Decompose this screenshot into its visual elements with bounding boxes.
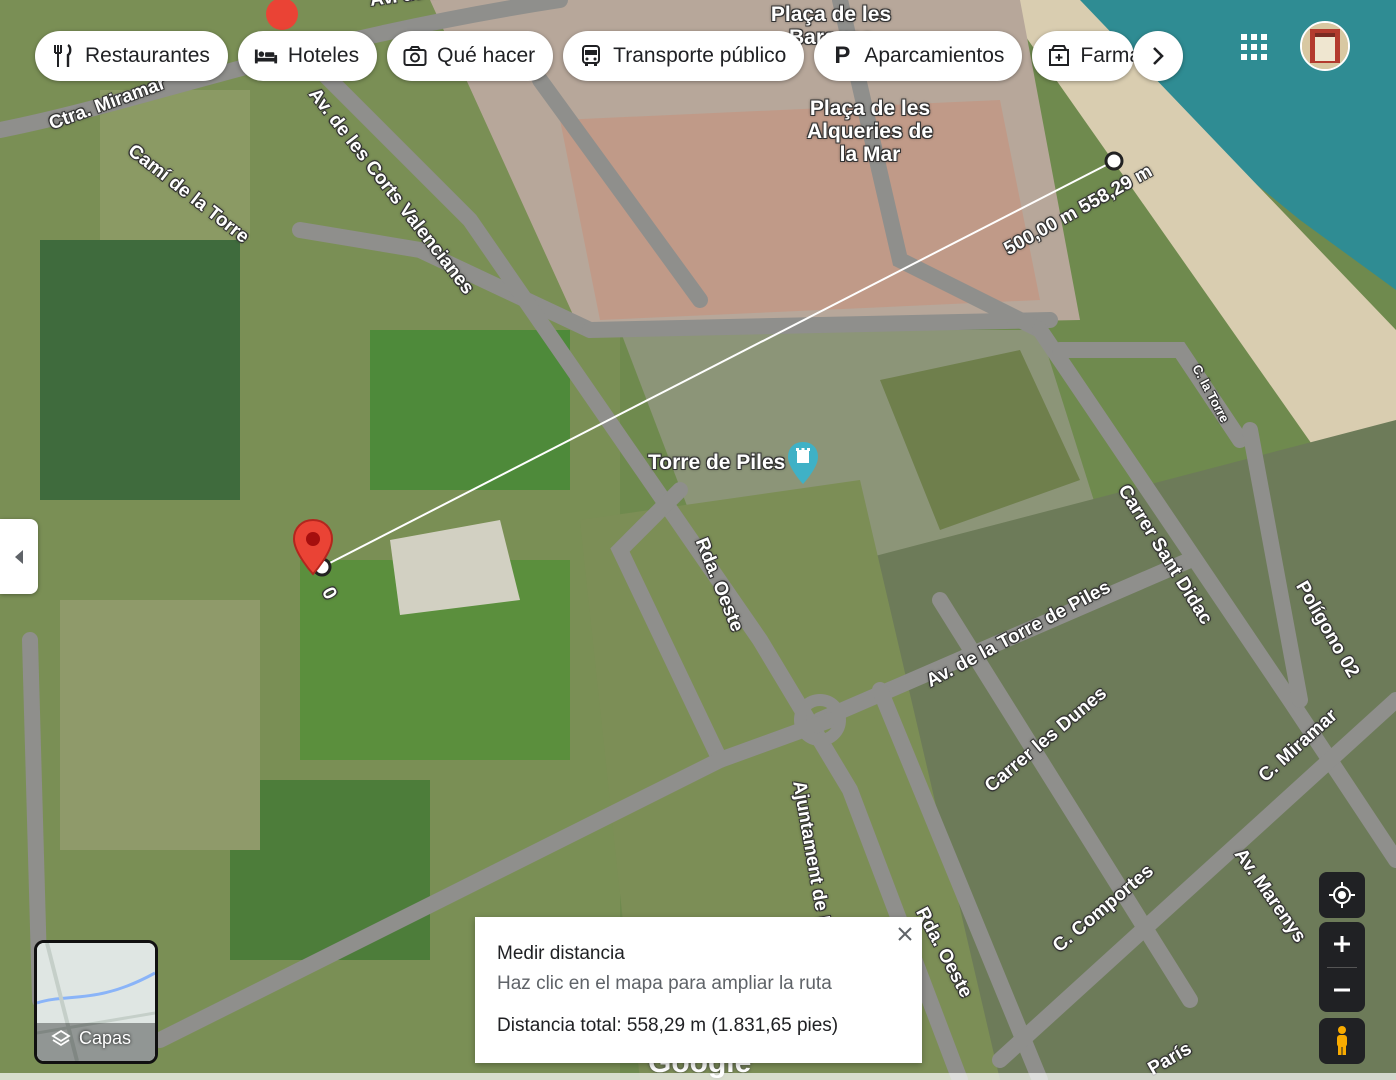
caret-left-icon <box>15 549 23 564</box>
camera-icon <box>403 44 427 68</box>
chip-farmacias[interactable]: Farmacias <box>1032 31 1135 81</box>
street-view-pegman-button[interactable] <box>1319 1018 1365 1064</box>
chip-aparcamientos[interactable]: P Aparcamientos <box>814 31 1023 81</box>
zoom-out-button[interactable] <box>1319 968 1365 1012</box>
poi-label-placa-alqueries: Plaça de les Alqueries de la Mar <box>806 97 934 166</box>
chip-label: Aparcamientos <box>864 44 1005 67</box>
category-chip-bar: Restaurantes Hoteles Qué hacer Transport… <box>35 31 1135 81</box>
chip-hoteles[interactable]: Hoteles <box>237 31 378 81</box>
measure-distance-panel: Medir distancia Haz clic en el mapa para… <box>475 917 922 1063</box>
apps-grid-icon[interactable] <box>1240 33 1268 61</box>
chip-restaurantes[interactable]: Restaurantes <box>35 31 228 81</box>
chip-que-hacer[interactable]: Qué hacer <box>387 31 554 81</box>
measure-total-distance: Distancia total: 558,29 m (1.831,65 pies… <box>497 1015 839 1036</box>
measure-title: Medir distancia <box>497 943 625 964</box>
chip-label: Farmacias <box>1080 44 1134 67</box>
minus-icon <box>1334 988 1350 992</box>
layers-button[interactable]: Capas <box>34 940 158 1064</box>
measure-subtitle: Haz clic en el mapa para ampliar la ruta <box>497 973 832 994</box>
chip-label: Qué hacer <box>437 44 536 67</box>
zoom-in-button[interactable] <box>1319 922 1365 966</box>
collapse-side-panel-button[interactable] <box>0 519 38 594</box>
zoom-control <box>1319 922 1365 1012</box>
pegman-icon <box>1337 1026 1347 1055</box>
chip-transporte[interactable]: Transporte público <box>563 31 805 81</box>
crosshair-icon <box>1329 882 1355 908</box>
parking-icon: P <box>834 42 851 69</box>
chip-label: Hoteles <box>287 44 360 67</box>
close-measure-button[interactable] <box>894 923 916 945</box>
monument-pin-icon[interactable] <box>786 440 820 486</box>
layers-label: Capas <box>79 1028 132 1048</box>
my-location-button[interactable] <box>1319 872 1365 918</box>
layers-label-row: Capas <box>37 1028 155 1049</box>
layers-icon <box>51 1029 71 1046</box>
chips-next-button[interactable] <box>1133 31 1183 81</box>
plus-icon <box>1334 936 1350 952</box>
bed-icon <box>254 44 278 68</box>
pharmacy-icon <box>1048 44 1070 68</box>
bus-icon <box>579 44 603 68</box>
close-icon <box>898 927 912 941</box>
chevron-right-icon <box>1153 47 1164 65</box>
poi-label-torre-piles: Torre de Piles <box>648 451 786 474</box>
attribution-bar <box>0 1073 1396 1080</box>
poi-pin-icon[interactable] <box>260 0 304 30</box>
account-avatar[interactable] <box>1300 21 1350 71</box>
location-pin-icon[interactable] <box>292 518 334 576</box>
fork-knife-icon <box>51 44 75 68</box>
chip-label: Transporte público <box>613 44 787 67</box>
chip-label: Restaurantes <box>85 44 210 67</box>
